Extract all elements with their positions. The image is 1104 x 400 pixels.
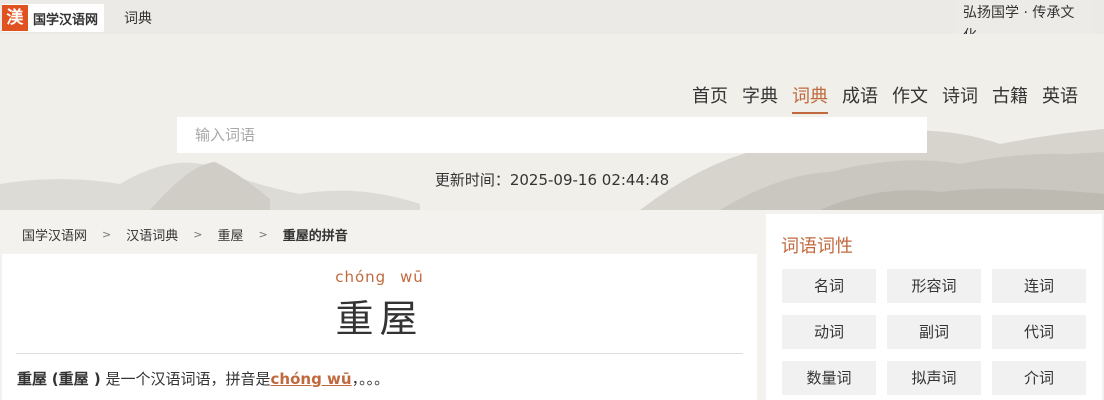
breadcrumb-separator: > (193, 227, 203, 241)
nav-shici[interactable]: 诗词 (942, 82, 978, 114)
desc-traditional: (重屋 ) (51, 370, 101, 388)
desc-ending: ，。。。 (351, 370, 390, 388)
nav-yingyu[interactable]: 英语 (1042, 82, 1078, 114)
pos-noun[interactable]: 名词 (782, 269, 876, 303)
pos-verb[interactable]: 动词 (782, 315, 876, 349)
word-card: 国学汉语网 > 汉语词典 > 重屋 > 重屋的拼音 chóng wū 重屋 重屋… (2, 214, 757, 400)
breadcrumb-current: 重屋的拼音 (282, 228, 348, 244)
pos-grid: 名词 形容词 连词 动词 副词 代词 数量词 拟声词 介词 (782, 269, 1086, 395)
breadcrumb: 国学汉语网 > 汉语词典 > 重屋 > 重屋的拼音 (2, 214, 757, 254)
pinyin-syllable: wū (399, 268, 424, 286)
update-time: 更新时间：2025-09-16 02:44:48 (434, 171, 670, 189)
site-name[interactable]: 国学汉语网 (33, 9, 98, 28)
nav-home[interactable]: 首页 (692, 82, 728, 114)
main-nav: 首页 字典 词典 成语 作文 诗词 古籍 英语 (692, 82, 1078, 114)
pos-preposition[interactable]: 介词 (992, 361, 1086, 395)
breadcrumb-word[interactable]: 重屋 (217, 225, 243, 244)
pos-sidebar: 词语词性 名词 形容词 连词 动词 副词 代词 数量词 拟声词 介词 (766, 214, 1102, 400)
pos-pronoun[interactable]: 代词 (992, 315, 1086, 349)
breadcrumb-separator: > (258, 227, 268, 241)
nav-zuowen[interactable]: 作文 (892, 82, 928, 114)
breadcrumb-separator: > (102, 227, 112, 241)
pos-conjunction[interactable]: 连词 (992, 269, 1086, 303)
search-input[interactable] (177, 117, 927, 153)
nav-guji[interactable]: 古籍 (992, 82, 1028, 114)
pos-onomatopoeia[interactable]: 拟声词 (887, 361, 981, 395)
sidebar-title: 词语词性 (781, 236, 853, 257)
nav-cidian[interactable]: 词典 (792, 82, 828, 114)
header-banner: 首页 字典 词典 成语 作文 诗词 古籍 英语 更新时间：2025-09-16 … (0, 34, 1104, 210)
desc-pinyin-link[interactable]: chóng wū (271, 370, 352, 388)
nav-chengyu[interactable]: 成语 (842, 82, 878, 114)
word-pinyin: chóng wū (2, 268, 757, 286)
site-logo[interactable]: 渼 国学汉语网 (2, 4, 105, 32)
pos-quantifier[interactable]: 数量词 (782, 361, 876, 395)
word-title: 重屋 (335, 297, 424, 341)
divider (16, 353, 743, 354)
pos-adverb[interactable]: 副词 (887, 315, 981, 349)
nav-zidian[interactable]: 字典 (742, 82, 778, 114)
pos-adjective[interactable]: 形容词 (887, 269, 981, 303)
desc-text: 是一个汉语词语，拼音是 (105, 370, 271, 388)
top-bar: 渼 国学汉语网 词典 弘扬国学 · 传承文化 (0, 0, 1104, 46)
pinyin-syllable: chóng (335, 268, 387, 286)
top-cidian-link[interactable]: 词典 (124, 8, 152, 28)
logo-icon: 渼 (2, 5, 28, 31)
word-description: 重屋 (重屋 ) 是一个汉语词语，拼音是chóng wū，。。。 (2, 368, 757, 389)
breadcrumb-home[interactable]: 国学汉语网 (22, 225, 87, 244)
desc-word: 重屋 (17, 370, 48, 388)
breadcrumb-cidian[interactable]: 汉语词典 (126, 225, 178, 244)
